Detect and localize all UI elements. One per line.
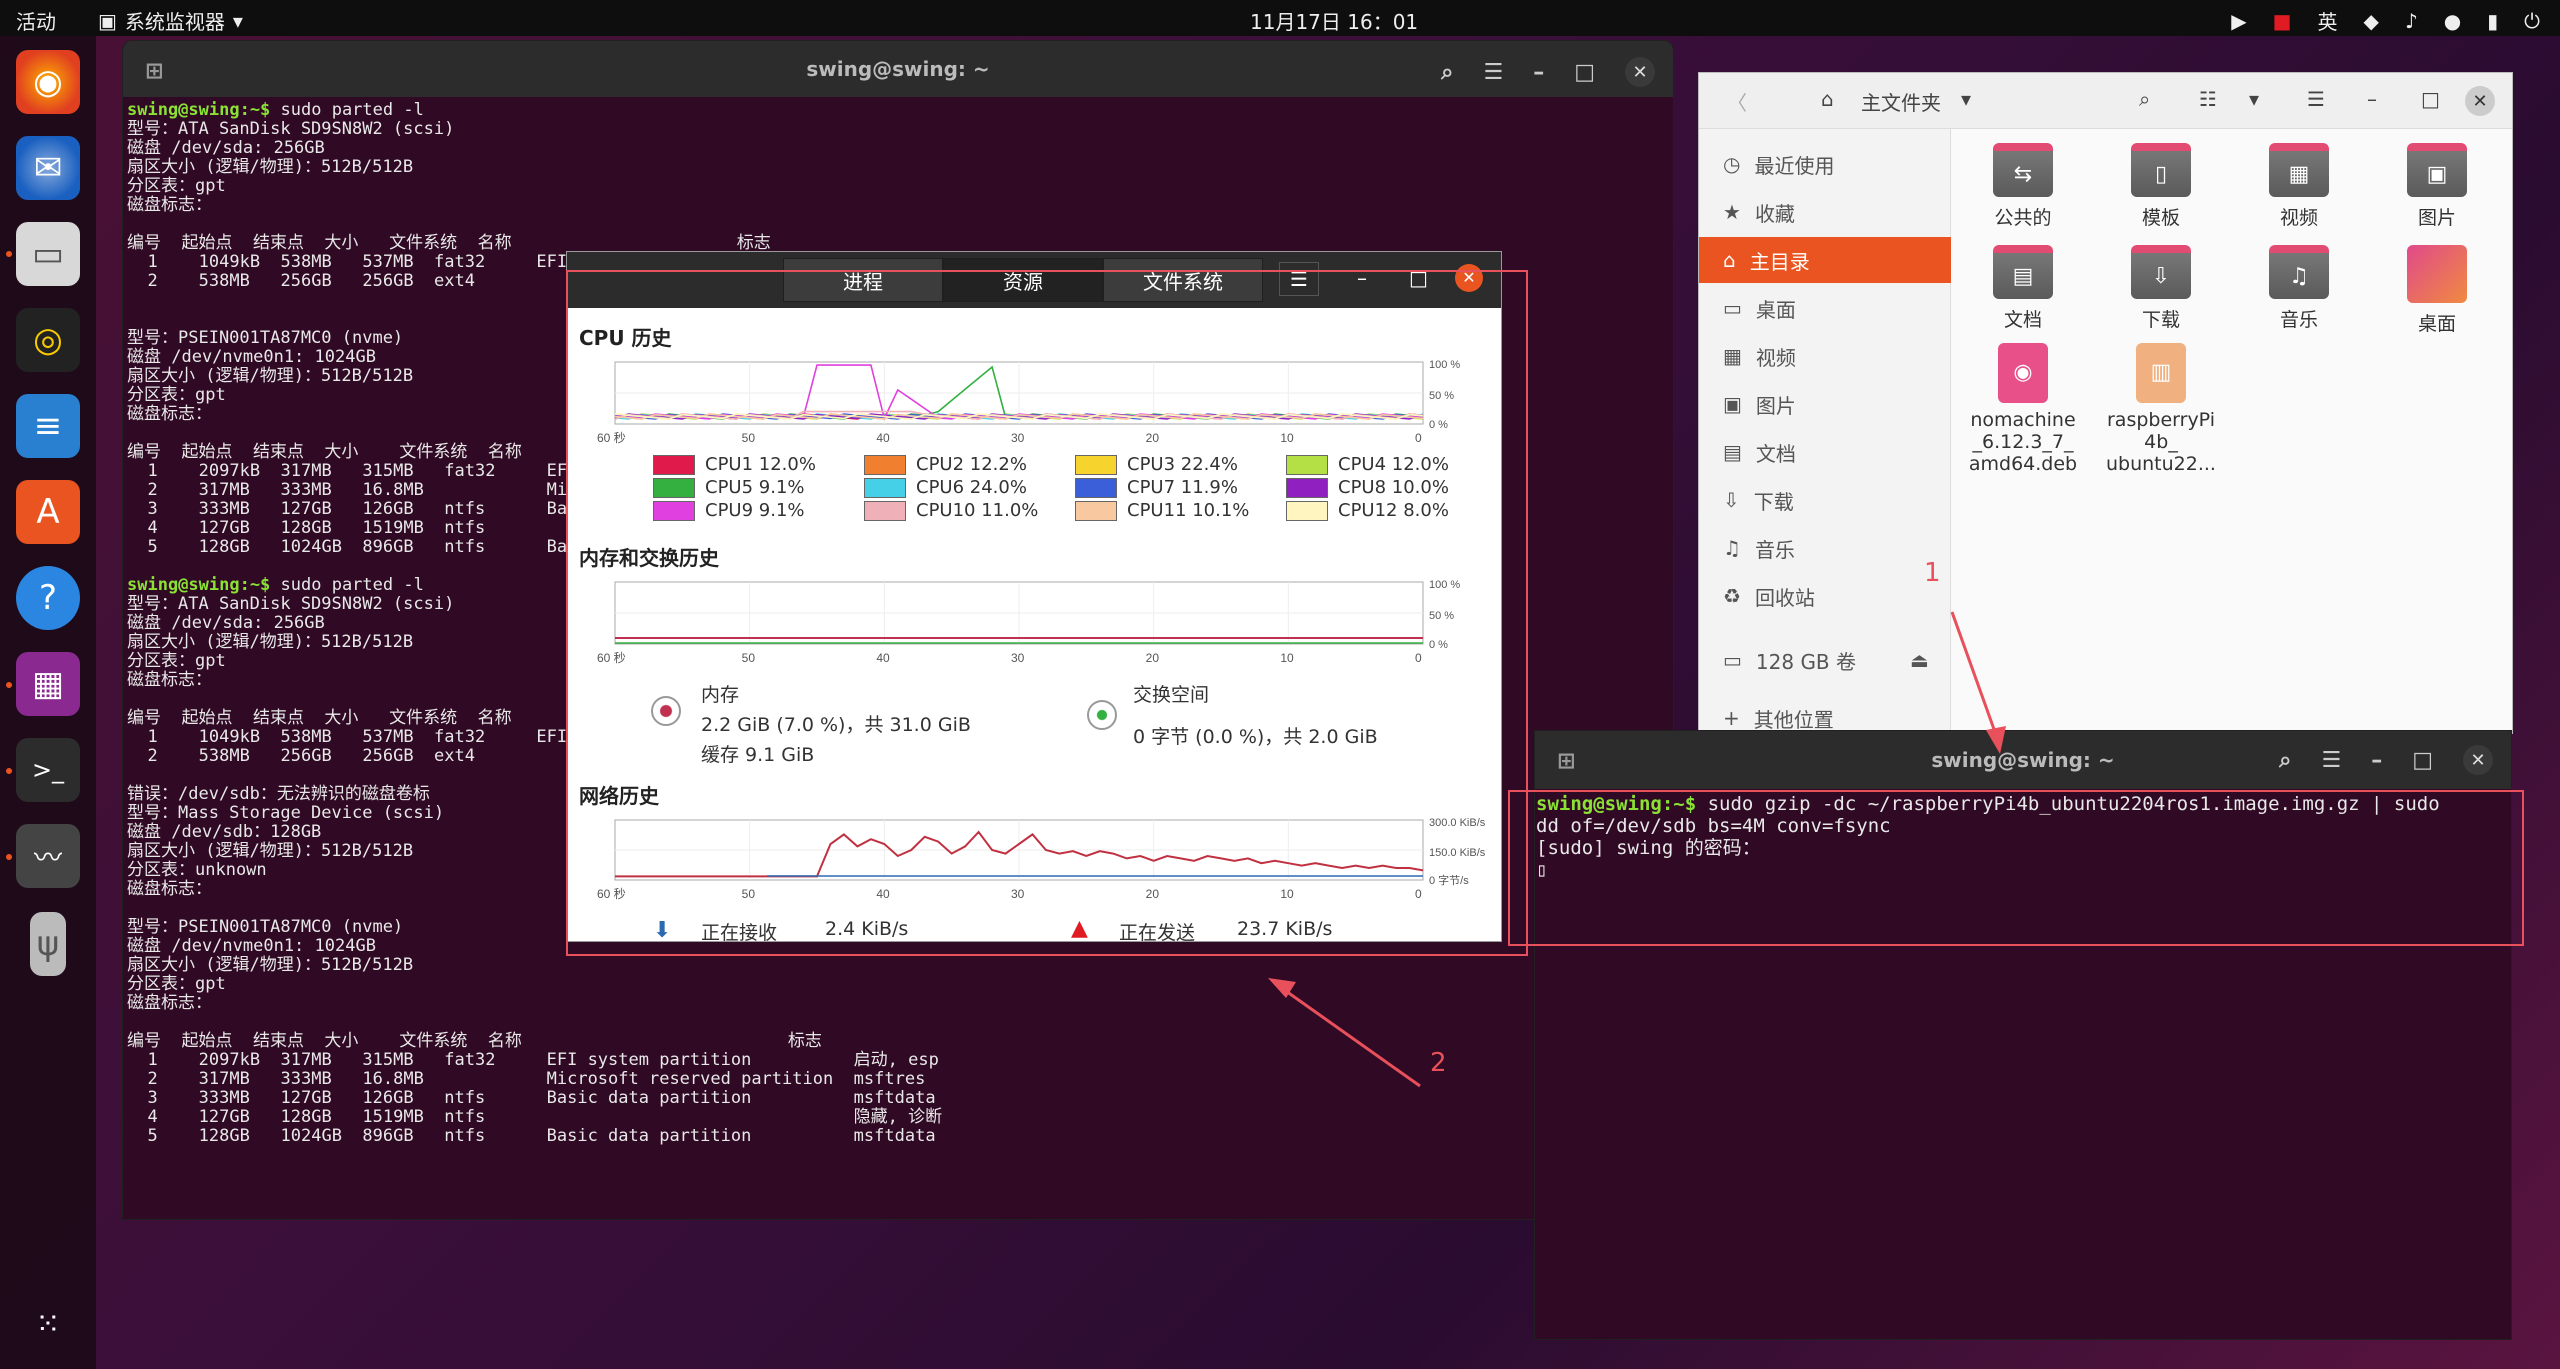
arrow-1-line	[1950, 611, 2002, 747]
annotation-arrows	[1268, 611, 2006, 1088]
arrow-2-line	[1275, 982, 1421, 1088]
arrow-1-head	[1986, 726, 2006, 754]
